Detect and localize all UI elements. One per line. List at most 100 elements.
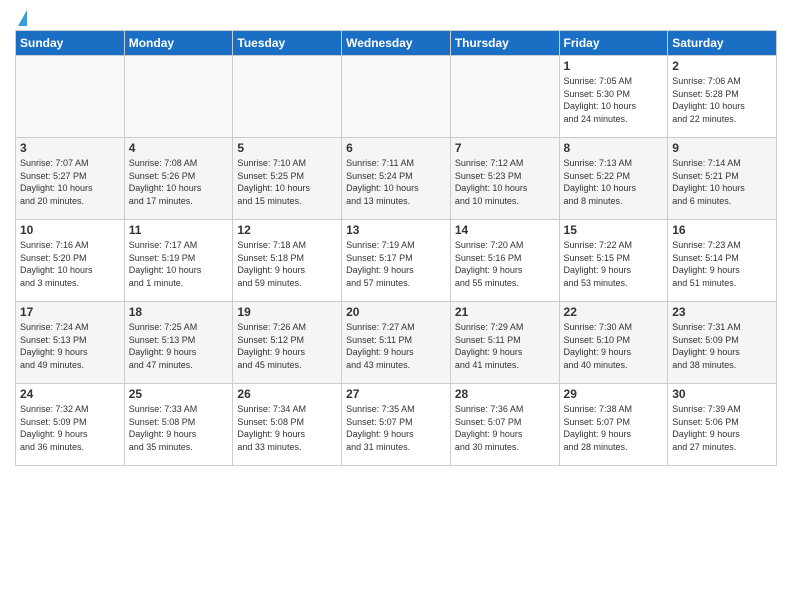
calendar-cell: 21Sunrise: 7:29 AM Sunset: 5:11 PM Dayli… (450, 302, 559, 384)
calendar-cell: 11 Sunrise: 7:17 AM Sunset: 5:19 PM Dayli… (124, 220, 233, 302)
day-number: 16 (672, 223, 772, 237)
calendar-cell: 26 Sunrise: 7:34 AM Sunset: 5:08 PM Dayli… (233, 384, 342, 466)
day-info: Sunrise: 7:11 AM Sunset: 5:24 PM Dayligh… (346, 157, 446, 207)
day-number: 19 (237, 305, 337, 319)
day-info: Sunrise: 7:14 AM Sunset: 5:21 PM Dayligh… (672, 157, 772, 207)
calendar-table: SundayMondayTuesdayWednesdayThursdayFrid… (15, 30, 777, 466)
day-info: Sunrise: 7:23 AM Sunset: 5:14 PM Dayligh… (672, 239, 772, 289)
day-number: 3 (20, 141, 120, 155)
day-number: 14 (455, 223, 555, 237)
day-number: 12 (237, 223, 337, 237)
day-number: 9 (672, 141, 772, 155)
day-info: Sunrise: 7:38 AM Sunset: 5:07 PM Dayligh… (564, 403, 664, 453)
calendar-cell: 9 Sunrise: 7:14 AM Sunset: 5:21 PM Daylig… (668, 138, 777, 220)
day-info: Sunrise: 7:39 AM Sunset: 5:06 PM Dayligh… (672, 403, 772, 453)
day-number: 27 (346, 387, 446, 401)
calendar-cell: 1 Sunrise: 7:05 AM Sunset: 5:30 PM Daylig… (559, 56, 668, 138)
logo-arrow-icon (18, 10, 27, 26)
day-info: Sunrise: 7:30 AM Sunset: 5:10 PM Dayligh… (564, 321, 664, 371)
day-info: Sunrise: 7:26 AM Sunset: 5:12 PM Dayligh… (237, 321, 337, 371)
day-info: Sunrise: 7:10 AM Sunset: 5:25 PM Dayligh… (237, 157, 337, 207)
day-number: 23 (672, 305, 772, 319)
day-number: 6 (346, 141, 446, 155)
day-number: 4 (129, 141, 229, 155)
day-number: 26 (237, 387, 337, 401)
weekday-header-tuesday: Tuesday (233, 31, 342, 56)
day-info: Sunrise: 7:05 AM Sunset: 5:30 PM Dayligh… (564, 75, 664, 125)
day-number: 28 (455, 387, 555, 401)
day-info: Sunrise: 7:25 AM Sunset: 5:13 PM Dayligh… (129, 321, 229, 371)
day-number: 13 (346, 223, 446, 237)
calendar-cell: 6 Sunrise: 7:11 AM Sunset: 5:24 PM Daylig… (342, 138, 451, 220)
calendar-cell: 7Sunrise: 7:12 AM Sunset: 5:23 PM Daylig… (450, 138, 559, 220)
day-info: Sunrise: 7:13 AM Sunset: 5:22 PM Dayligh… (564, 157, 664, 207)
day-info: Sunrise: 7:06 AM Sunset: 5:28 PM Dayligh… (672, 75, 772, 125)
calendar-cell: 24 Sunrise: 7:32 AM Sunset: 5:09 PM Dayli… (16, 384, 125, 466)
calendar-cell: 25 Sunrise: 7:33 AM Sunset: 5:08 PM Dayli… (124, 384, 233, 466)
day-number: 1 (564, 59, 664, 73)
day-info: Sunrise: 7:36 AM Sunset: 5:07 PM Dayligh… (455, 403, 555, 453)
day-number: 11 (129, 223, 229, 237)
day-info: Sunrise: 7:22 AM Sunset: 5:15 PM Dayligh… (564, 239, 664, 289)
day-info: Sunrise: 7:17 AM Sunset: 5:19 PM Dayligh… (129, 239, 229, 289)
weekday-header-sunday: Sunday (16, 31, 125, 56)
day-number: 5 (237, 141, 337, 155)
day-info: Sunrise: 7:12 AM Sunset: 5:23 PM Dayligh… (455, 157, 555, 207)
day-number: 2 (672, 59, 772, 73)
calendar-cell: 10 Sunrise: 7:16 AM Sunset: 5:20 PM Dayli… (16, 220, 125, 302)
calendar-cell (124, 56, 233, 138)
day-number: 22 (564, 305, 664, 319)
weekday-header-friday: Friday (559, 31, 668, 56)
calendar-cell: 17Sunrise: 7:24 AM Sunset: 5:13 PM Dayli… (16, 302, 125, 384)
calendar-cell (342, 56, 451, 138)
day-number: 10 (20, 223, 120, 237)
calendar-cell (233, 56, 342, 138)
week-row-5: 24 Sunrise: 7:32 AM Sunset: 5:09 PM Dayli… (16, 384, 777, 466)
day-number: 24 (20, 387, 120, 401)
day-info: Sunrise: 7:29 AM Sunset: 5:11 PM Dayligh… (455, 321, 555, 371)
calendar-cell: 27Sunrise: 7:35 AM Sunset: 5:07 PM Dayli… (342, 384, 451, 466)
day-info: Sunrise: 7:34 AM Sunset: 5:08 PM Dayligh… (237, 403, 337, 453)
week-row-3: 10 Sunrise: 7:16 AM Sunset: 5:20 PM Dayli… (16, 220, 777, 302)
day-info: Sunrise: 7:16 AM Sunset: 5:20 PM Dayligh… (20, 239, 120, 289)
calendar-cell: 28 Sunrise: 7:36 AM Sunset: 5:07 PM Dayli… (450, 384, 559, 466)
header (15, 10, 777, 26)
page-container: SundayMondayTuesdayWednesdayThursdayFrid… (0, 0, 792, 471)
calendar-cell (450, 56, 559, 138)
day-number: 20 (346, 305, 446, 319)
day-number: 29 (564, 387, 664, 401)
calendar-cell: 19 Sunrise: 7:26 AM Sunset: 5:12 PM Dayli… (233, 302, 342, 384)
day-number: 30 (672, 387, 772, 401)
calendar-cell: 16 Sunrise: 7:23 AM Sunset: 5:14 PM Dayli… (668, 220, 777, 302)
calendar-cell: 8 Sunrise: 7:13 AM Sunset: 5:22 PM Daylig… (559, 138, 668, 220)
day-info: Sunrise: 7:19 AM Sunset: 5:17 PM Dayligh… (346, 239, 446, 289)
calendar-cell: 29 Sunrise: 7:38 AM Sunset: 5:07 PM Dayli… (559, 384, 668, 466)
calendar-cell: 14 Sunrise: 7:20 AM Sunset: 5:16 PM Dayli… (450, 220, 559, 302)
day-info: Sunrise: 7:31 AM Sunset: 5:09 PM Dayligh… (672, 321, 772, 371)
calendar-cell: 18 Sunrise: 7:25 AM Sunset: 5:13 PM Dayli… (124, 302, 233, 384)
calendar-cell: 2 Sunrise: 7:06 AM Sunset: 5:28 PM Daylig… (668, 56, 777, 138)
day-info: Sunrise: 7:24 AM Sunset: 5:13 PM Dayligh… (20, 321, 120, 371)
logo (15, 14, 27, 26)
calendar-cell: 22 Sunrise: 7:30 AM Sunset: 5:10 PM Dayli… (559, 302, 668, 384)
week-row-1: 1 Sunrise: 7:05 AM Sunset: 5:30 PM Daylig… (16, 56, 777, 138)
weekday-header-saturday: Saturday (668, 31, 777, 56)
calendar-cell: 4 Sunrise: 7:08 AM Sunset: 5:26 PM Daylig… (124, 138, 233, 220)
day-info: Sunrise: 7:27 AM Sunset: 5:11 PM Dayligh… (346, 321, 446, 371)
day-info: Sunrise: 7:20 AM Sunset: 5:16 PM Dayligh… (455, 239, 555, 289)
day-info: Sunrise: 7:33 AM Sunset: 5:08 PM Dayligh… (129, 403, 229, 453)
calendar-cell: 12 Sunrise: 7:18 AM Sunset: 5:18 PM Dayli… (233, 220, 342, 302)
day-info: Sunrise: 7:07 AM Sunset: 5:27 PM Dayligh… (20, 157, 120, 207)
day-number: 8 (564, 141, 664, 155)
calendar-cell: 3 Sunrise: 7:07 AM Sunset: 5:27 PM Daylig… (16, 138, 125, 220)
calendar-cell: 30 Sunrise: 7:39 AM Sunset: 5:06 PM Dayli… (668, 384, 777, 466)
day-info: Sunrise: 7:08 AM Sunset: 5:26 PM Dayligh… (129, 157, 229, 207)
day-number: 25 (129, 387, 229, 401)
day-info: Sunrise: 7:32 AM Sunset: 5:09 PM Dayligh… (20, 403, 120, 453)
week-row-4: 17Sunrise: 7:24 AM Sunset: 5:13 PM Dayli… (16, 302, 777, 384)
weekday-header-row: SundayMondayTuesdayWednesdayThursdayFrid… (16, 31, 777, 56)
weekday-header-thursday: Thursday (450, 31, 559, 56)
day-number: 18 (129, 305, 229, 319)
calendar-cell: 23 Sunrise: 7:31 AM Sunset: 5:09 PM Dayli… (668, 302, 777, 384)
day-info: Sunrise: 7:18 AM Sunset: 5:18 PM Dayligh… (237, 239, 337, 289)
